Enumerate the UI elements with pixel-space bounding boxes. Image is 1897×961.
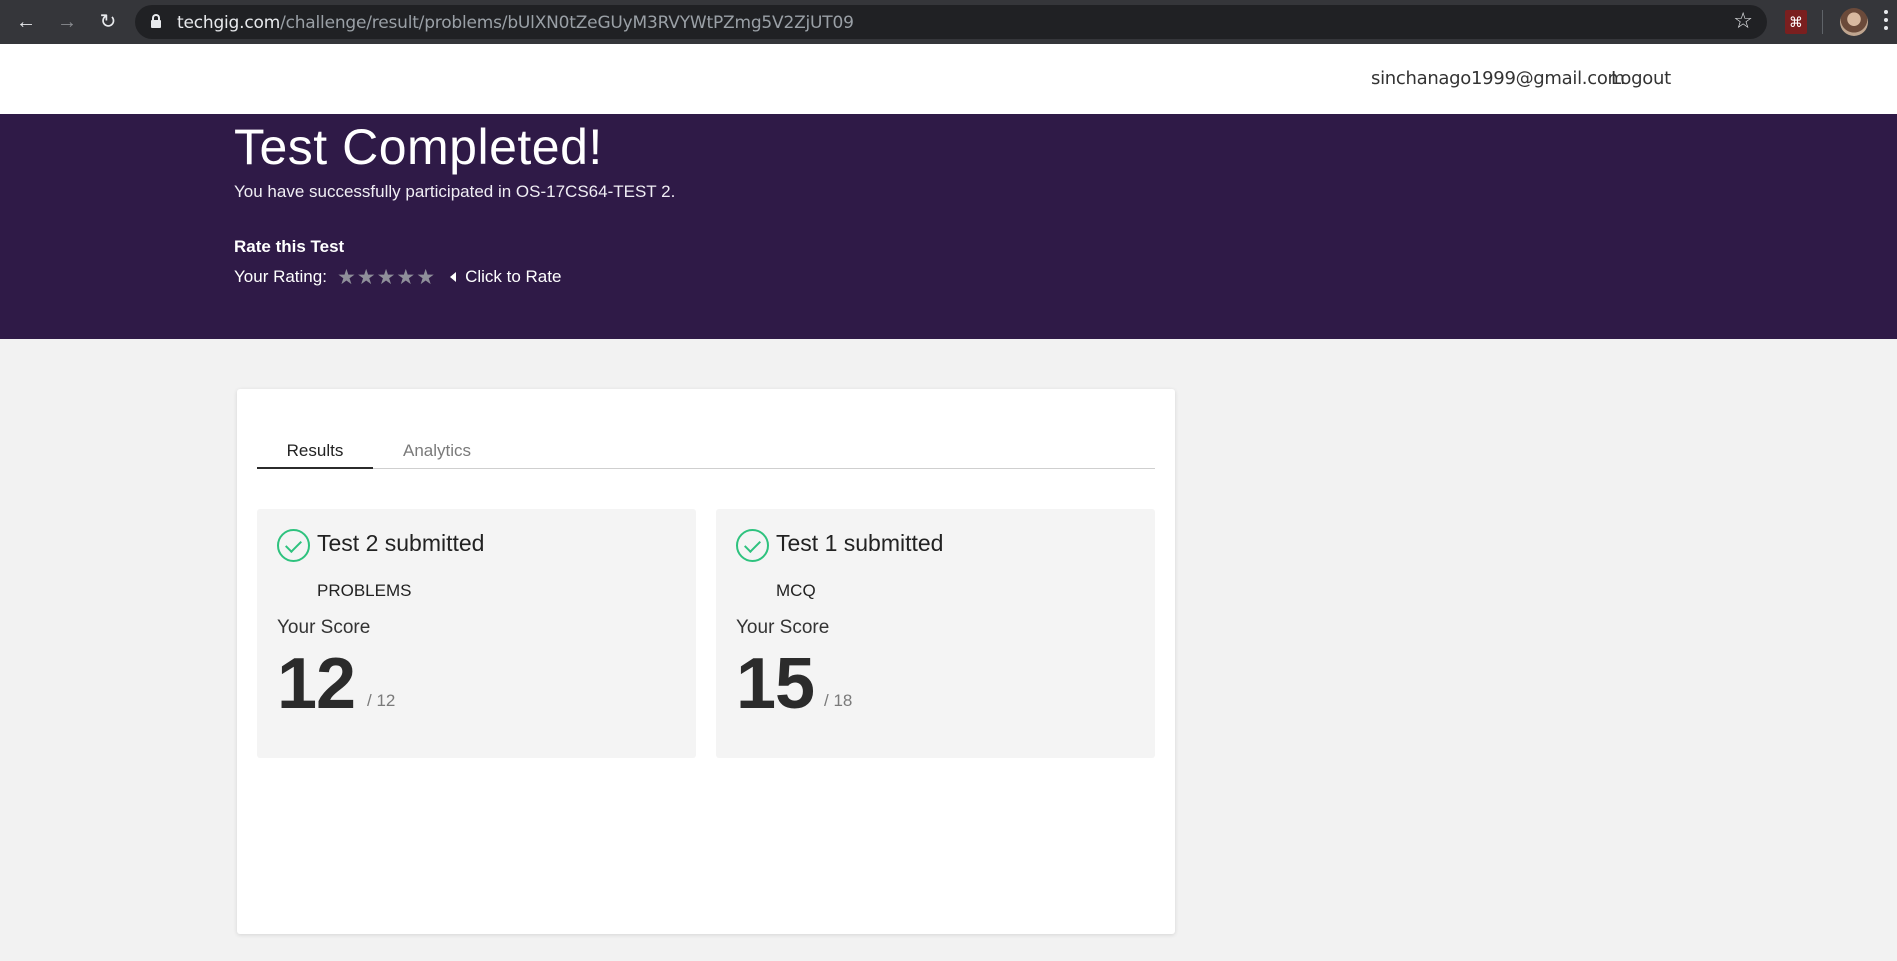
address-bar[interactable]: techgig.com/challenge/result/problems/bU… [135, 5, 1767, 39]
tab-results[interactable]: Results [257, 441, 373, 469]
user-email[interactable]: sinchanago1999@gmail.com [1371, 68, 1625, 89]
check-circle-icon [277, 529, 310, 562]
score-value: 12 [277, 644, 356, 724]
score-max: / 18 [824, 691, 853, 710]
result-panel: Test 1 submitted MCQ Your Score 15 / 18 [716, 509, 1155, 758]
star-icon[interactable]: ★ [337, 267, 356, 288]
tab-analytics[interactable]: Analytics [387, 441, 487, 469]
score-label: Your Score [736, 617, 830, 638]
result-panel: Test 2 submitted PROBLEMS Your Score 12 … [257, 509, 696, 758]
pdf-extension-icon[interactable]: ⌘ [1785, 10, 1807, 34]
star-icon[interactable]: ★ [377, 267, 396, 288]
profile-avatar[interactable] [1840, 8, 1868, 36]
reload-icon[interactable]: ↻ [94, 8, 122, 36]
page-title: Test Completed! [234, 119, 603, 175]
result-type: PROBLEMS [317, 581, 412, 600]
click-to-rate-link[interactable]: Click to Rate [465, 267, 561, 287]
rating-row: Your Rating: ★ ★ ★ ★ ★ Click to Rate [234, 265, 561, 289]
browser-toolbar: ← → ↻ techgig.com/challenge/result/probl… [0, 0, 1897, 44]
logout-link[interactable]: Logout [1611, 68, 1671, 89]
results-card: Results Analytics Test 2 submitted PROBL… [237, 389, 1175, 934]
result-title: Test 2 submitted [317, 530, 485, 556]
url-host: techgig.com [177, 13, 281, 33]
star-icon[interactable]: ★ [357, 267, 376, 288]
result-type: MCQ [776, 581, 816, 600]
rate-heading: Rate this Test [234, 237, 345, 256]
star-icon[interactable]: ★ [396, 267, 415, 288]
bookmark-star-icon[interactable]: ☆ [1733, 8, 1753, 34]
caret-left-icon [450, 272, 457, 282]
toolbar-divider [1822, 10, 1823, 34]
url-text[interactable]: techgig.com/challenge/result/problems/bU… [177, 13, 854, 33]
star-rating[interactable]: ★ ★ ★ ★ ★ [337, 267, 436, 288]
hero-banner: Test Completed! You have successfully pa… [0, 114, 1897, 339]
score-max: / 12 [367, 691, 396, 710]
url-path: /challenge/result/problems/bUlXN0tZeGUyM… [280, 13, 854, 33]
lock-icon[interactable] [151, 14, 161, 28]
result-title: Test 1 submitted [776, 530, 944, 556]
back-icon[interactable]: ← [12, 8, 40, 36]
check-circle-icon [736, 529, 769, 562]
site-header: sinchanago1999@gmail.com Logout [0, 44, 1897, 114]
participation-message: You have successfully participated in OS… [234, 182, 676, 201]
menu-icon[interactable] [1884, 10, 1888, 34]
rating-label: Your Rating: [234, 267, 327, 286]
score-label: Your Score [277, 617, 371, 638]
star-icon[interactable]: ★ [416, 267, 435, 288]
score-value: 15 [736, 644, 815, 724]
forward-icon[interactable]: → [53, 8, 81, 36]
tab-bar: Results Analytics [257, 441, 1155, 469]
